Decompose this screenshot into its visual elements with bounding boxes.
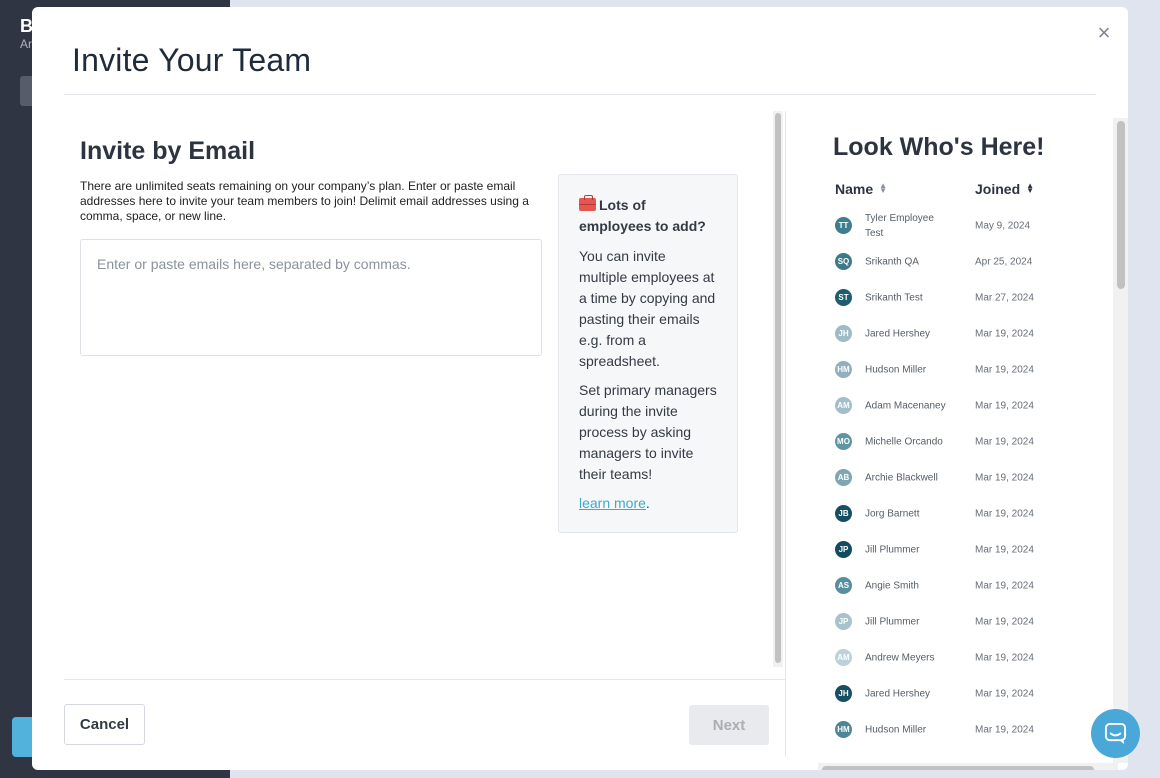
member-joined-date: Mar 19, 2024 xyxy=(975,400,1034,412)
member-name: Hudson Miller xyxy=(865,364,927,376)
member-name: Angie Smith xyxy=(865,580,919,592)
tip-heading: Lots of employees to add? xyxy=(579,195,717,237)
cancel-button[interactable]: Cancel xyxy=(64,704,145,745)
members-pane: Look Who's Here! Name ▲ ▼ Joined ▲ ▼ TT Tyler… xyxy=(785,111,1097,757)
member-joined-date: Mar 19, 2024 xyxy=(975,616,1034,628)
avatar: JP xyxy=(835,613,852,630)
member-name: Srikanth Test xyxy=(865,292,923,304)
member-row: JP Jill Plummer Mar 19, 2024 xyxy=(835,604,1065,640)
member-joined-date: Mar 19, 2024 xyxy=(975,472,1034,484)
email-input[interactable] xyxy=(80,239,542,356)
member-joined-date: Mar 19, 2024 xyxy=(975,544,1034,556)
member-row: AM Adam Macenaney Mar 19, 2024 xyxy=(835,388,1065,424)
member-name: Jorg Barnett xyxy=(865,508,920,520)
member-name: Jill Plummer xyxy=(865,616,920,628)
member-joined-date: May 9, 2024 xyxy=(975,220,1031,232)
horizontal-scrollbar-thumb[interactable] xyxy=(822,766,1094,770)
name-column-label: Name xyxy=(835,181,874,197)
background-app-subtitle: Ar xyxy=(20,37,32,51)
member-joined-date: Mar 19, 2024 xyxy=(975,688,1034,700)
chat-icon xyxy=(1104,722,1127,745)
tip-link-suffix: . xyxy=(645,495,650,511)
member-row: MO Michelle Orcando Mar 19, 2024 xyxy=(835,424,1065,460)
footer-divider xyxy=(64,679,785,680)
member-joined-date: Mar 19, 2024 xyxy=(975,328,1034,340)
avatar: AS xyxy=(835,577,852,594)
member-row: JP Jill Plummer Mar 19, 2024 xyxy=(835,532,1065,568)
member-row: TT Tyler Employee Test May 9, 2024 xyxy=(835,208,1065,244)
avatar: AM xyxy=(835,397,852,414)
invite-section-title: Invite by Email xyxy=(80,137,256,165)
member-name: Hudson Miller xyxy=(865,724,927,736)
member-name: Adam Macenaney xyxy=(865,400,946,412)
member-name: Archie Blackwell xyxy=(865,472,938,484)
member-row: HM Hudson Miller Mar 19, 2024 xyxy=(835,712,1065,748)
member-row: AM Andrew Meyers Mar 19, 2024 xyxy=(835,640,1065,676)
member-name: Michelle Orcando xyxy=(865,436,943,448)
invite-by-email-pane: Invite by Email There are unlimited seat… xyxy=(64,111,785,679)
sort-icon: ▲ ▼ xyxy=(879,181,888,195)
joined-column-label: Joined xyxy=(975,181,1021,197)
member-row: JH Jared Hershey Mar 19, 2024 xyxy=(835,676,1065,712)
avatar: AM xyxy=(835,649,852,666)
avatar: TT xyxy=(835,217,852,234)
learn-more-link[interactable]: learn more xyxy=(579,495,646,511)
right-scrollbar[interactable] xyxy=(1113,118,1128,763)
member-name: Jill Plummer xyxy=(865,544,920,556)
member-joined-date: Mar 19, 2024 xyxy=(975,580,1034,592)
member-name: Tyler Employee Test xyxy=(865,213,934,239)
avatar: JP xyxy=(835,541,852,558)
member-joined-date: Mar 19, 2024 xyxy=(975,364,1034,376)
member-list: TT Tyler Employee Test May 9, 2024 SQ Srikan… xyxy=(835,208,1065,748)
member-row: JB Jorg Barnett Mar 19, 2024 xyxy=(835,496,1065,532)
avatar: JH xyxy=(835,325,852,342)
tip-heading-text: Lots of employees to add? xyxy=(579,197,706,234)
horizontal-scrollbar[interactable] xyxy=(818,763,1118,770)
members-title: Look Who's Here! xyxy=(833,133,1045,161)
member-row: ST Srikanth Test Mar 27, 2024 xyxy=(835,280,1065,316)
modal-title: Invite Your Team xyxy=(72,42,312,78)
member-name: Andrew Meyers xyxy=(865,652,935,664)
member-row: AS Angie Smith Mar 19, 2024 xyxy=(835,568,1065,604)
close-icon[interactable]: × xyxy=(1094,22,1114,44)
avatar: HM xyxy=(835,361,852,378)
member-joined-date: Apr 25, 2024 xyxy=(975,256,1033,268)
member-name: Jared Hershey xyxy=(865,328,931,340)
tip-paragraph: Set primary managers during the invite p… xyxy=(579,382,717,482)
tip-paragraph: You can invite multiple employees at a t… xyxy=(579,248,716,369)
member-joined-date: Mar 27, 2024 xyxy=(975,292,1034,304)
name-column-header[interactable]: Name ▲ ▼ xyxy=(835,181,887,197)
avatar: ST xyxy=(835,289,852,306)
left-scrollbar[interactable] xyxy=(773,111,783,667)
member-joined-date: Mar 19, 2024 xyxy=(975,724,1034,736)
sort-desc-icon: ▲ ▼ xyxy=(1026,181,1035,195)
member-name: Srikanth QA xyxy=(865,256,919,268)
avatar: HM xyxy=(835,721,852,738)
member-joined-date: Mar 19, 2024 xyxy=(975,508,1034,520)
left-scrollbar-thumb[interactable] xyxy=(775,113,781,663)
member-row: SQ Srikanth QA Apr 25, 2024 xyxy=(835,244,1065,280)
chat-launcher-button[interactable] xyxy=(1091,709,1140,758)
right-scrollbar-thumb[interactable] xyxy=(1117,121,1125,289)
member-row: JH Jared Hershey Mar 19, 2024 xyxy=(835,316,1065,352)
joined-column-header[interactable]: Joined ▲ ▼ xyxy=(975,181,1034,197)
avatar: JH xyxy=(835,685,852,702)
bulk-invite-tip: Lots of employees to add? You can invite… xyxy=(558,174,738,533)
member-name: Jared Hershey xyxy=(865,688,931,700)
invite-team-modal: Invite Your Team × Invite by Email There… xyxy=(32,7,1128,770)
avatar: AB xyxy=(835,469,852,486)
avatar: JB xyxy=(835,505,852,522)
avatar: SQ xyxy=(835,253,852,270)
next-button[interactable]: Next xyxy=(689,705,769,745)
member-row: AB Archie Blackwell Mar 19, 2024 xyxy=(835,460,1065,496)
member-joined-date: Mar 19, 2024 xyxy=(975,436,1034,448)
header-divider xyxy=(64,94,1096,95)
seats-description: There are unlimited seats remaining on y… xyxy=(80,179,529,223)
avatar: MO xyxy=(835,433,852,450)
member-row: HM Hudson Miller Mar 19, 2024 xyxy=(835,352,1065,388)
member-joined-date: Mar 19, 2024 xyxy=(975,652,1034,664)
toolbox-icon xyxy=(579,195,596,211)
tip-link-line: learn more. xyxy=(579,493,717,514)
